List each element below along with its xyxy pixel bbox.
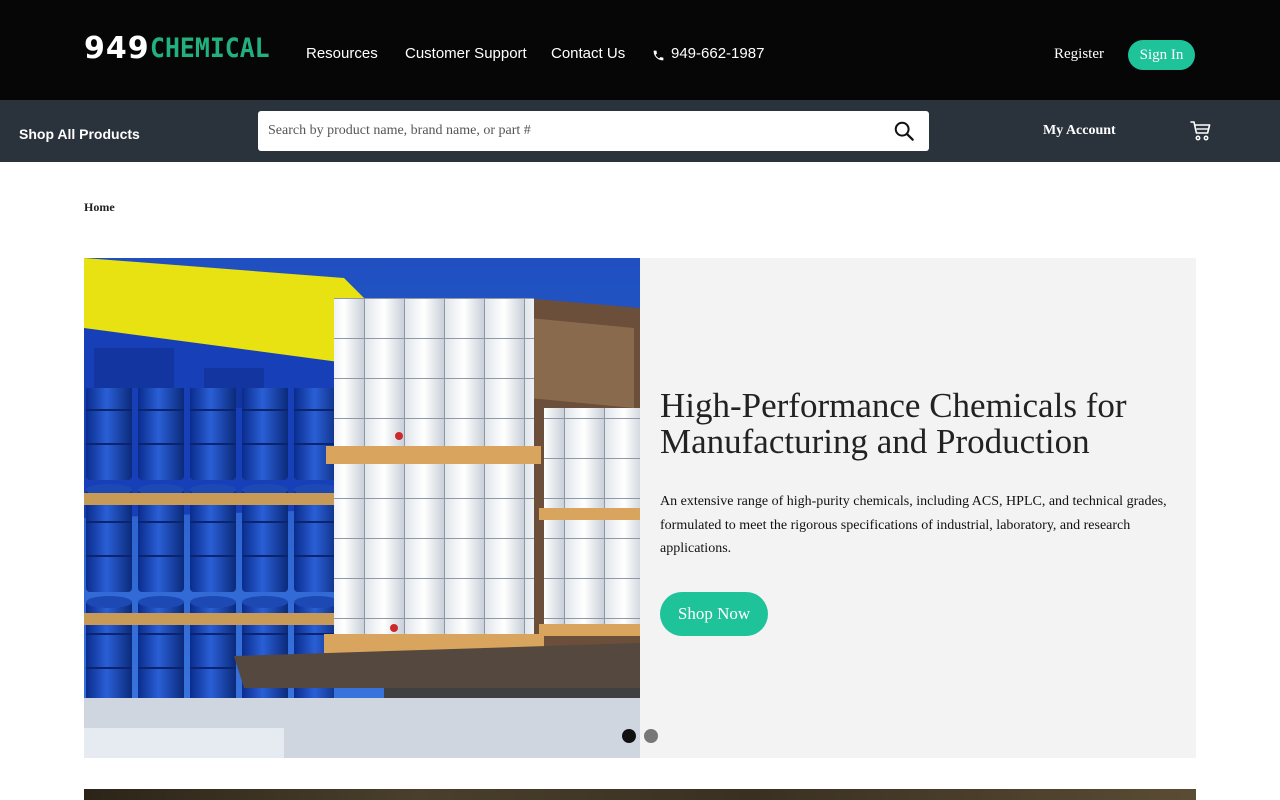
shop-all-products-link[interactable]: Shop All Products xyxy=(19,125,140,143)
cart-icon[interactable] xyxy=(1189,119,1213,143)
nav-customer-support[interactable]: Customer Support xyxy=(405,44,527,64)
carousel-dot-2[interactable] xyxy=(644,729,658,743)
shop-now-button[interactable]: Shop Now xyxy=(660,592,768,636)
logo-number: 949 xyxy=(84,30,150,66)
phone-icon xyxy=(653,50,664,61)
hero-text: High-Performance Chemicals for Manufactu… xyxy=(660,388,1180,561)
search-box xyxy=(258,111,929,151)
logo-word: CHEMICAL xyxy=(149,32,270,64)
carousel-dot-1[interactable] xyxy=(622,729,636,743)
register-link[interactable]: Register xyxy=(1054,45,1104,63)
sign-in-button[interactable]: Sign In xyxy=(1128,40,1195,70)
phone-link[interactable]: 949-662-1987 xyxy=(652,44,764,64)
search-input[interactable] xyxy=(258,111,878,151)
nav-resources[interactable]: Resources xyxy=(306,44,378,64)
chemical-containers-image xyxy=(84,258,640,758)
search-icon[interactable] xyxy=(893,120,915,142)
hero-title: High-Performance Chemicals for Manufactu… xyxy=(660,386,1127,461)
next-banner xyxy=(84,789,1196,800)
nav-contact-us[interactable]: Contact Us xyxy=(551,44,625,64)
carousel-dots xyxy=(622,729,658,743)
logo[interactable]: 949 CHEMICAL xyxy=(84,30,280,66)
search-bar-row: Shop All Products My Account xyxy=(0,100,1280,162)
top-header: 949 CHEMICAL Resources Customer Support … xyxy=(0,0,1280,100)
breadcrumb-home[interactable]: Home xyxy=(84,199,115,215)
phone-number: 949-662-1987 xyxy=(671,45,765,62)
hero-carousel: High-Performance Chemicals for Manufactu… xyxy=(84,258,1196,758)
hero-description: An extensive range of high-purity chemic… xyxy=(660,494,1167,556)
my-account-link[interactable]: My Account xyxy=(1043,122,1116,140)
hero-image xyxy=(84,258,640,758)
